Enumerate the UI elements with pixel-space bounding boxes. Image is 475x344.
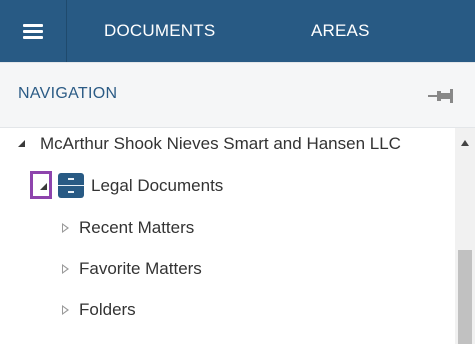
tree-cabinet-row[interactable]: Legal Documents (80, 166, 380, 206)
tree-item-folders[interactable]: Folders (0, 290, 455, 330)
tree-cabinet-label: Legal Documents (91, 176, 224, 195)
tab-documents[interactable]: DOCUMENTS (104, 0, 215, 62)
tree-root-label: McArthur Shook Nieves Smart and Hansen L… (40, 134, 401, 153)
cabinet-expand-toggle[interactable] (30, 171, 52, 199)
collapsed-arrow-icon[interactable] (62, 264, 69, 274)
cabinet-handle (68, 191, 74, 193)
cabinet-handle (68, 178, 74, 180)
tree-root-row[interactable]: McArthur Shook Nieves Smart and Hansen L… (0, 124, 455, 164)
pin-icon[interactable] (428, 87, 454, 105)
tree-item-label: Folders (79, 300, 136, 319)
tree-item-recent-matters[interactable]: Recent Matters (0, 208, 455, 248)
vertical-scrollbar[interactable] (455, 128, 475, 344)
menu-bar-line (23, 36, 43, 39)
collapsed-arrow-icon[interactable] (62, 305, 69, 315)
expanded-arrow-icon (40, 183, 47, 190)
tree-item-label: Favorite Matters (79, 259, 202, 278)
navigation-title: NAVIGATION (18, 85, 118, 102)
scrollbar-thumb[interactable] (458, 250, 472, 344)
menu-bar-line (23, 30, 43, 33)
tree-item-label: Recent Matters (79, 218, 195, 237)
menu-bar-line (23, 24, 43, 27)
navigation-tree: McArthur Shook Nieves Smart and Hansen L… (0, 128, 455, 344)
expanded-arrow-icon[interactable] (18, 140, 25, 147)
navigation-header: NAVIGATION (0, 62, 475, 128)
top-bar: DOCUMENTS AREAS (0, 0, 475, 62)
tab-areas[interactable]: AREAS (311, 0, 370, 62)
tree-item-favorite-matters[interactable]: Favorite Matters (0, 249, 455, 289)
scroll-up-arrow-icon[interactable] (461, 140, 469, 146)
hamburger-menu-icon[interactable] (0, 0, 67, 62)
collapsed-arrow-icon[interactable] (62, 223, 69, 233)
